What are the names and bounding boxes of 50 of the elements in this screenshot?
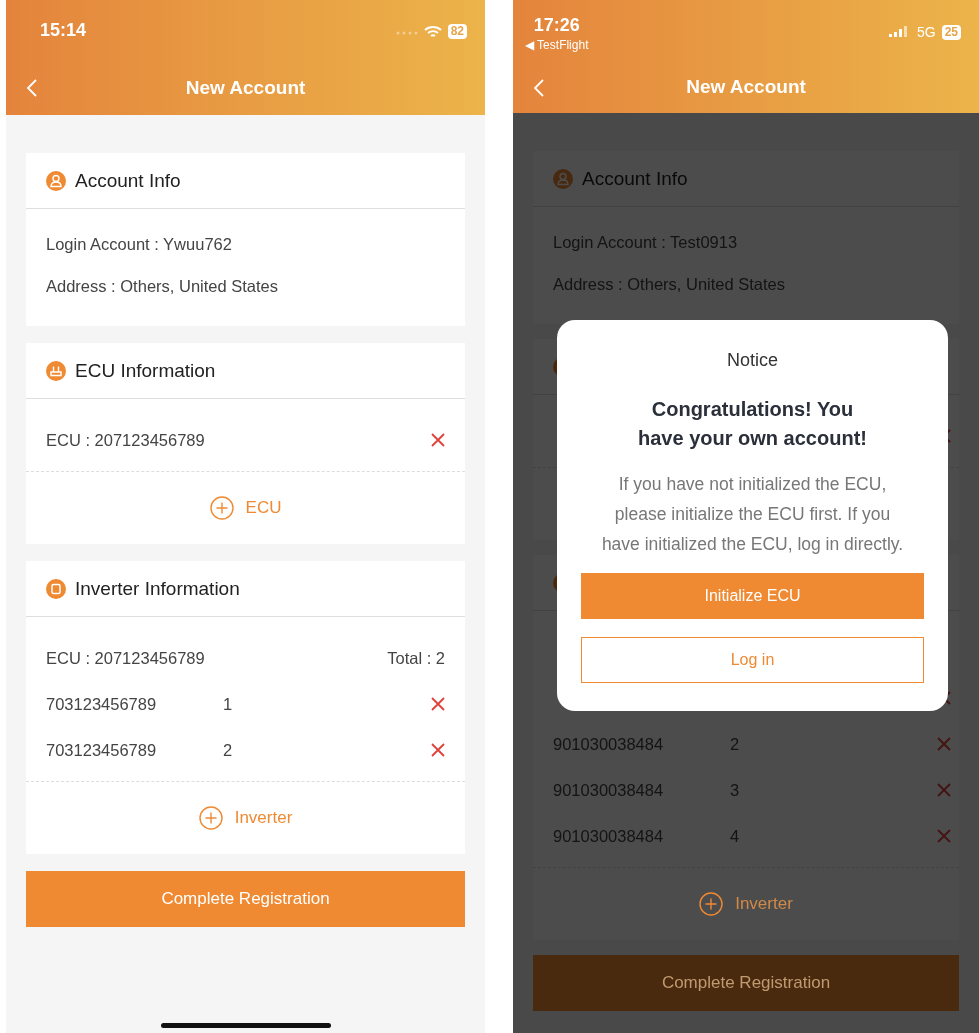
- add-button[interactable]: ECU: [205, 492, 286, 524]
- info-text: Address : Others, United States: [553, 275, 787, 294]
- network-label: 5G: [916, 24, 936, 40]
- dialog-heading: Congratulations! You have your own account!: [637, 397, 868, 451]
- add-button[interactable]: Inverter: [194, 802, 297, 834]
- ecu-id-text: ECU : 207123456789: [46, 648, 206, 668]
- complete-registration-button[interactable]: Complete Registration: [26, 871, 465, 927]
- serial-number: 901030038484: [553, 826, 665, 846]
- section-title: Account Info: [75, 169, 181, 192]
- dialog-message: If you have not initialized the ECU, please initialize the ECU first. If you have initialized the ECU, log in directly.: [600, 473, 905, 556]
- wifi-icon: [423, 24, 442, 39]
- complete-registration-button[interactable]: Complete Registration: [533, 955, 959, 1011]
- serial-number: 901030038484: [553, 734, 665, 754]
- plus-circle-icon: [209, 496, 234, 520]
- back-to-app-link[interactable]: ◀ TestFlight: [525, 38, 589, 52]
- section-title: ECU Information: [75, 359, 216, 382]
- info-text: Login Account : Test0913: [553, 233, 739, 252]
- index-number: 3: [730, 780, 741, 800]
- serial-number: 703123456789: [46, 694, 158, 714]
- index-number: 4: [730, 826, 741, 846]
- initialize-ecu-button[interactable]: Initialize ECU: [581, 573, 924, 619]
- index-number: 2: [223, 740, 234, 760]
- device-icon: [46, 360, 66, 381]
- status-time: 15:14: [40, 20, 87, 41]
- delete-icon[interactable]: [431, 743, 445, 757]
- serial-number: 901030038484: [553, 780, 665, 800]
- ecu-id-text: ECU : 207123456789: [46, 430, 206, 450]
- index-number: 1: [223, 694, 234, 714]
- dialog-title: Notice: [727, 350, 778, 371]
- delete-icon[interactable]: [431, 433, 445, 447]
- page-title: New Account: [686, 75, 806, 98]
- index-number: 2: [730, 734, 741, 754]
- battery-indicator: 82: [447, 24, 467, 39]
- serial-number: 703123456789: [46, 740, 158, 760]
- battery-indicator: 25: [941, 24, 961, 40]
- back-icon[interactable]: [533, 78, 545, 98]
- status-time: 17:26: [533, 15, 580, 36]
- page-title: New Account: [185, 76, 306, 99]
- info-text: Address : Others, United States: [46, 277, 280, 296]
- add-button[interactable]: Inverter: [695, 888, 797, 920]
- plus-circle-icon: [699, 892, 724, 916]
- total-count: Total : 2: [387, 648, 445, 668]
- plus-circle-icon: [198, 806, 223, 830]
- info-text: Login Account : Ywuu762: [46, 235, 233, 254]
- log-in-button[interactable]: Log in: [581, 637, 924, 683]
- delete-icon[interactable]: [431, 697, 445, 711]
- person-icon: [46, 170, 66, 191]
- section-title: Inverter Information: [75, 577, 240, 600]
- section-title: Account Info: [582, 167, 688, 190]
- back-icon[interactable]: [26, 78, 38, 98]
